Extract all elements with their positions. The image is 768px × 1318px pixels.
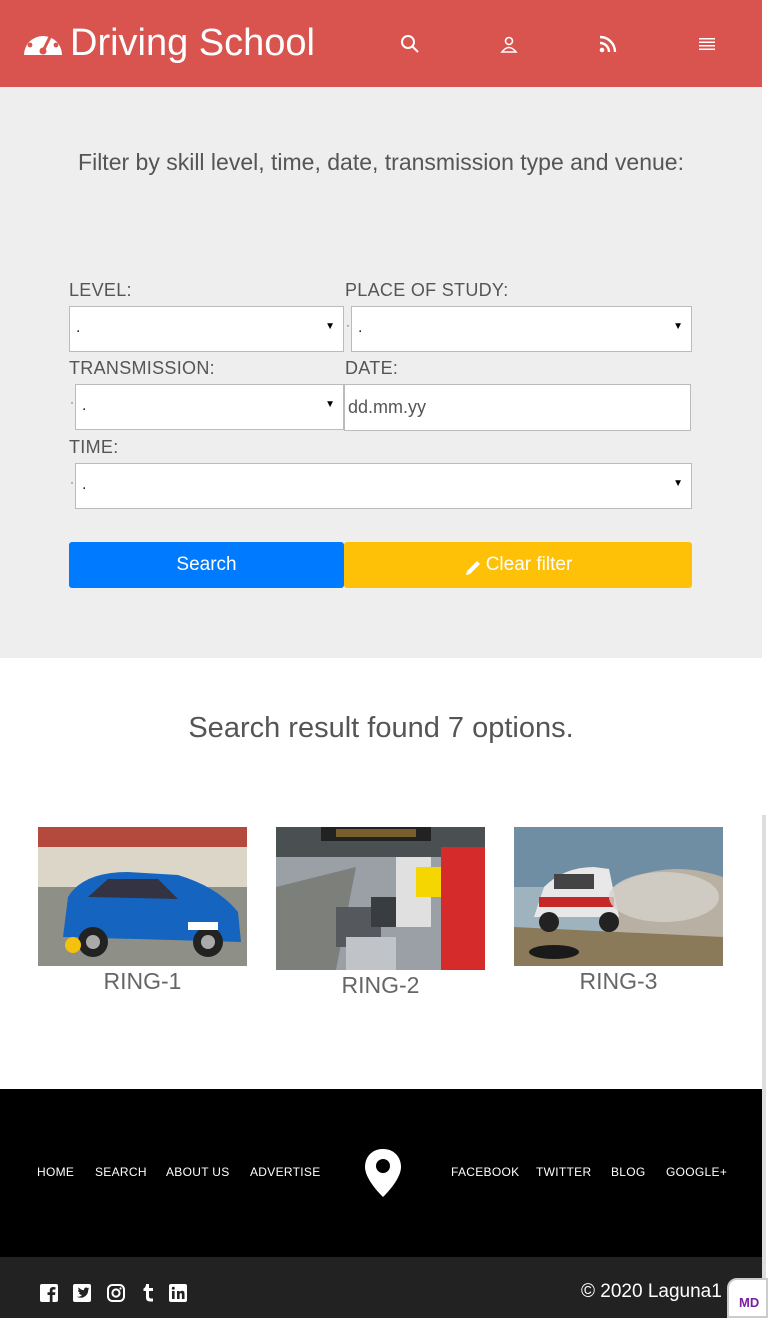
clear-filter-button[interactable]: Clear filter — [344, 542, 692, 588]
caret-down-icon: ▼ — [325, 321, 335, 332]
place-select[interactable]: . ▼ — [351, 306, 692, 352]
site-header: Driving School — [0, 0, 762, 87]
place-select-value: . — [358, 319, 363, 336]
level-label: LEVEL: — [69, 280, 132, 300]
twitter-icon[interactable] — [72, 1283, 92, 1303]
time-select[interactable]: . ▼ — [75, 463, 692, 509]
dot-marker: · — [346, 318, 350, 332]
result-card[interactable]: RING-3 — [514, 827, 723, 995]
level-select-value: . — [76, 319, 81, 336]
caret-down-icon: ▼ — [325, 399, 335, 410]
result-card[interactable]: RING-1 — [38, 827, 247, 995]
transmission-select-value: . — [82, 397, 87, 414]
menu-icon[interactable] — [696, 33, 718, 55]
result-card-image[interactable] — [276, 827, 485, 970]
tumblr-icon[interactable] — [138, 1283, 158, 1303]
footer-link-advertise[interactable]: ADVERTISE — [250, 1165, 321, 1179]
result-card-label[interactable]: RING-3 — [514, 968, 723, 995]
rss-icon[interactable] — [597, 33, 619, 55]
caret-down-icon: ▼ — [673, 478, 683, 489]
user-icon[interactable] — [498, 33, 520, 55]
level-select[interactable]: . ▼ — [69, 306, 344, 352]
date-label: DATE: — [345, 358, 399, 378]
search-icon[interactable] — [399, 33, 421, 55]
scrollbar-track[interactable] — [762, 815, 766, 1318]
brand-name: Driving School — [70, 22, 315, 64]
map-pin-icon[interactable] — [364, 1148, 402, 1203]
search-button[interactable]: Search — [69, 542, 344, 588]
pencil-icon — [464, 559, 482, 577]
footer-link-google-plus[interactable]: GOOGLE+ — [666, 1165, 727, 1179]
result-card[interactable]: RING-2 — [276, 827, 485, 999]
filter-title: Filter by skill level, time, date, trans… — [78, 149, 684, 175]
footer-link-facebook[interactable]: FACEBOOK — [451, 1165, 519, 1179]
filter-section: Filter by skill level, time, date, trans… — [0, 87, 762, 658]
dot-marker: · — [70, 475, 74, 489]
time-select-value: . — [82, 476, 87, 493]
footer-link-about-us[interactable]: ABOUT US — [166, 1165, 230, 1179]
footer-link-home[interactable]: HOME — [37, 1165, 74, 1179]
md-badge[interactable]: MD — [727, 1278, 768, 1318]
footer-link-blog[interactable]: BLOG — [611, 1165, 646, 1179]
footer-link-search[interactable]: SEARCH — [95, 1165, 147, 1179]
transmission-select[interactable]: . ▼ — [75, 384, 344, 430]
date-input[interactable]: dd.mm.yy — [344, 384, 691, 431]
clear-filter-label: Clear filter — [485, 554, 573, 575]
place-label: PLACE OF STUDY: — [345, 280, 509, 300]
dot-marker: · — [70, 395, 74, 409]
speedometer-icon — [20, 21, 66, 66]
result-card-label[interactable]: RING-1 — [38, 968, 247, 995]
result-card-image[interactable] — [514, 827, 723, 966]
brand-logo[interactable]: Driving School — [20, 20, 315, 66]
instagram-icon[interactable] — [106, 1283, 126, 1303]
linkedin-icon[interactable] — [168, 1283, 188, 1303]
result-card-label[interactable]: RING-2 — [276, 972, 485, 999]
time-label: TIME: — [69, 437, 119, 457]
caret-down-icon: ▼ — [673, 321, 683, 332]
copyright-text: © 2020 Laguna1 — [581, 1281, 722, 1302]
result-card-image[interactable] — [38, 827, 247, 966]
facebook-icon[interactable] — [39, 1283, 59, 1303]
transmission-label: TRANSMISSION: — [69, 358, 215, 378]
footer-link-twitter[interactable]: TWITTER — [536, 1165, 591, 1179]
results-summary: Search result found 7 options. — [188, 712, 574, 744]
